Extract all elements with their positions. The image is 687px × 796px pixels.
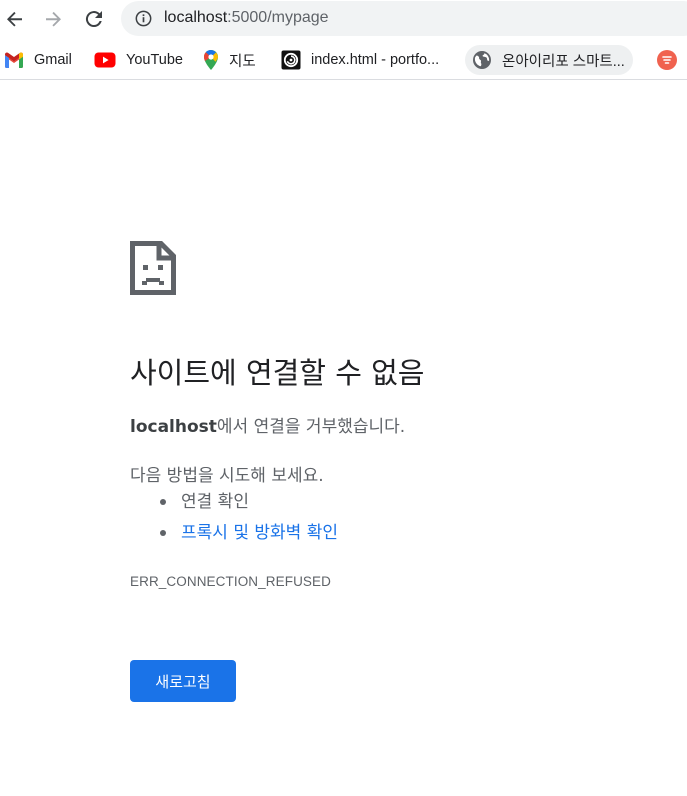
back-button[interactable] [0,4,30,34]
reload-button[interactable]: 새로고침 [130,660,236,702]
browser-toolbar: localhost:5000/mypage [0,0,687,38]
suggestions-list: 연결 확인 프록시 및 방화벽 확인 [130,488,338,550]
error-title: 사이트에 연결할 수 없음 [130,356,425,390]
error-detail: localhost에서 연결을 거부했습니다. [130,412,405,437]
url-path: :5000/mypage [227,9,329,26]
bookmark-label: 온아이리포 스마트... [502,53,625,70]
info-icon[interactable] [135,10,152,27]
proxy-firewall-link[interactable]: 프록시 및 방화벽 확인 [181,523,338,543]
bookmarks-bar: Gmail YouTube 지도 index.html - portfo... [0,40,687,80]
bookmark-maps[interactable]: 지도 [199,45,262,75]
error-detail-text: 에서 연결을 거부했습니다. [216,417,406,437]
arrow-right-icon [46,11,61,27]
address-bar[interactable]: localhost:5000/mypage [121,1,687,36]
youtube-icon [94,52,116,68]
bookmark-label: YouTube [126,52,183,68]
bookmark-extra[interactable] [656,45,687,75]
suggestion-check-connection: 연결 확인 [130,488,338,519]
arrow-left-icon [7,11,22,27]
red-circle-site-icon [657,50,677,70]
suggestion-label: 연결 확인 [181,492,249,512]
bookmark-youtube[interactable]: YouTube [90,45,189,75]
globe-icon [473,51,491,69]
portfolio-site-icon [281,50,301,70]
bookmark-gmail[interactable]: Gmail [0,45,78,75]
bookmark-onairipo[interactable]: 온아이리포 스마트... [465,45,633,75]
bookmark-label: Gmail [34,52,72,68]
gmail-icon [5,52,23,68]
error-code: ERR_CONNECTION_REFUSED [130,574,331,589]
bookmark-index-portfolio[interactable]: index.html - portfo... [277,45,445,75]
suggestions-intro: 다음 방법을 시도해 보세요. [130,466,324,486]
url-text[interactable]: localhost:5000/mypage [164,9,329,27]
reload-icon [85,11,102,28]
error-host: localhost [130,417,217,437]
url-host: localhost [164,9,228,26]
reload-page-button[interactable] [79,4,109,34]
suggestion-check-proxy-firewall[interactable]: 프록시 및 방화벽 확인 [130,519,338,550]
maps-pin-icon [203,50,218,70]
bookmark-label: 지도 [229,53,256,70]
forward-button[interactable] [38,4,68,34]
sad-page-icon [130,241,176,295]
bookmark-label: index.html - portfo... [311,52,440,68]
